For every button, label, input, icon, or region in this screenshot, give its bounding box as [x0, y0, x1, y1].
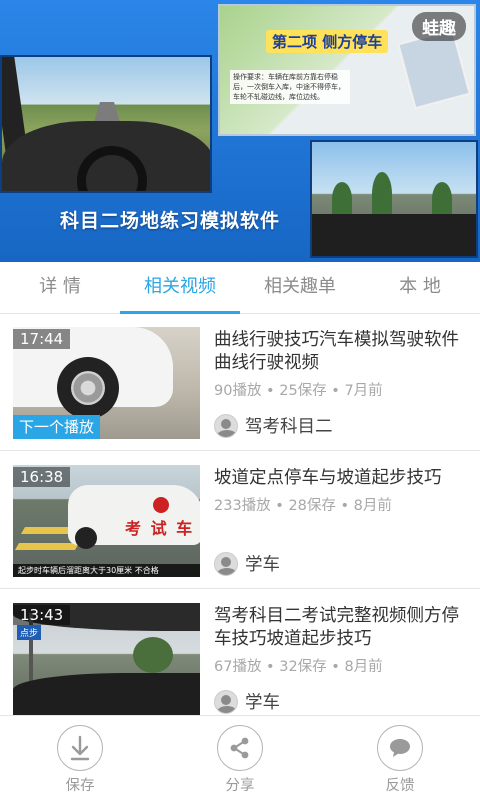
up-next-badge: 下一个播放: [13, 415, 101, 439]
tab-details[interactable]: 详 情: [0, 262, 120, 313]
video-title[interactable]: 曲线行驶技巧汽车模拟驾驶软件曲线行驶视频: [214, 329, 470, 375]
video-thumbnail[interactable]: 点步 13:43: [13, 603, 200, 715]
diagram-note: 操作要求：车辆在库前方靠右停稳后，一次倒车入库，中途不得停车，车轮不轧碰边线，库…: [230, 70, 350, 104]
feedback-label: 反馈: [385, 778, 415, 794]
thumb-car-sign: 考 试 车: [125, 519, 195, 538]
share-label: 分享: [225, 778, 255, 794]
video-duration: 17:44: [13, 329, 71, 349]
video-title[interactable]: 驾考科目二考试完整视频侧方停车技巧坡道起步技巧: [214, 605, 470, 651]
tab-related-lists[interactable]: 相关趣单: [240, 262, 360, 313]
video-player[interactable]: 第二项 侧方停车 操作要求：车辆在库前方靠右停稳后，一次倒车入库，中途不得停车，…: [0, 0, 480, 262]
video-author[interactable]: 驾考科目二: [214, 413, 333, 438]
video-title[interactable]: 坡道定点停车与坡道起步技巧: [214, 467, 470, 490]
share-button[interactable]: 分享: [160, 716, 320, 800]
player-caption: 科目二场地练习模拟软件: [60, 210, 281, 232]
video-list-item[interactable]: 点步 13:43 驾考科目二考试完整视频侧方停车技巧坡道起步技巧 67播放 • …: [0, 591, 480, 715]
cockpit-scene: [310, 140, 478, 258]
save-button[interactable]: 保存: [0, 716, 160, 800]
video-author[interactable]: 学车: [214, 551, 280, 576]
video-duration: 13:43: [13, 605, 71, 625]
video-meta: 233播放 • 28保存 • 8月前: [214, 498, 392, 514]
brand-watermark: 蛙趣: [412, 12, 466, 41]
author-name: 学车: [245, 555, 280, 575]
save-label: 保存: [65, 778, 95, 794]
download-icon: [57, 725, 103, 771]
video-meta: 67播放 • 32保存 • 8月前: [214, 659, 383, 675]
video-thumbnail[interactable]: 17:44 下一个播放: [13, 327, 200, 439]
feedback-button[interactable]: 反馈: [320, 716, 480, 800]
video-thumbnail[interactable]: 考 试 车 起步时车辆后溜距离大于30厘米 不合格 16:38: [13, 465, 200, 577]
avatar: [214, 413, 238, 438]
related-video-list: 17:44 下一个播放 曲线行驶技巧汽车模拟驾驶软件曲线行驶视频 90播放 • …: [0, 315, 480, 715]
avatar: [214, 551, 238, 576]
tab-bar: 详 情 相关视频 相关趣单 本 地: [0, 262, 480, 314]
tab-related-videos[interactable]: 相关视频: [120, 262, 240, 314]
thumb-subtitle: 起步时车辆后溜距离大于30厘米 不合格: [13, 564, 200, 577]
video-list-item[interactable]: 考 试 车 起步时车辆后溜距离大于30厘米 不合格 16:38 坡道定点停车与坡…: [0, 453, 480, 589]
driving-sim-scene: [0, 55, 212, 193]
video-meta: 90播放 • 25保存 • 7月前: [214, 383, 383, 399]
chat-bubble-icon: [377, 725, 423, 771]
video-list-item[interactable]: 17:44 下一个播放 曲线行驶技巧汽车模拟驾驶软件曲线行驶视频 90播放 • …: [0, 315, 480, 451]
bottom-action-bar: 保存 分享 反馈: [0, 715, 480, 800]
author-name: 驾考科目二: [245, 417, 333, 437]
tab-local[interactable]: 本 地: [360, 262, 480, 313]
video-author[interactable]: 学车: [214, 689, 280, 714]
author-name: 学车: [245, 693, 280, 713]
avatar: [214, 689, 238, 714]
diagram-title: 第二项 侧方停车: [266, 30, 389, 53]
video-duration: 16:38: [13, 467, 71, 487]
share-icon: [217, 725, 263, 771]
thumb-road-sign: 点步: [17, 625, 42, 640]
